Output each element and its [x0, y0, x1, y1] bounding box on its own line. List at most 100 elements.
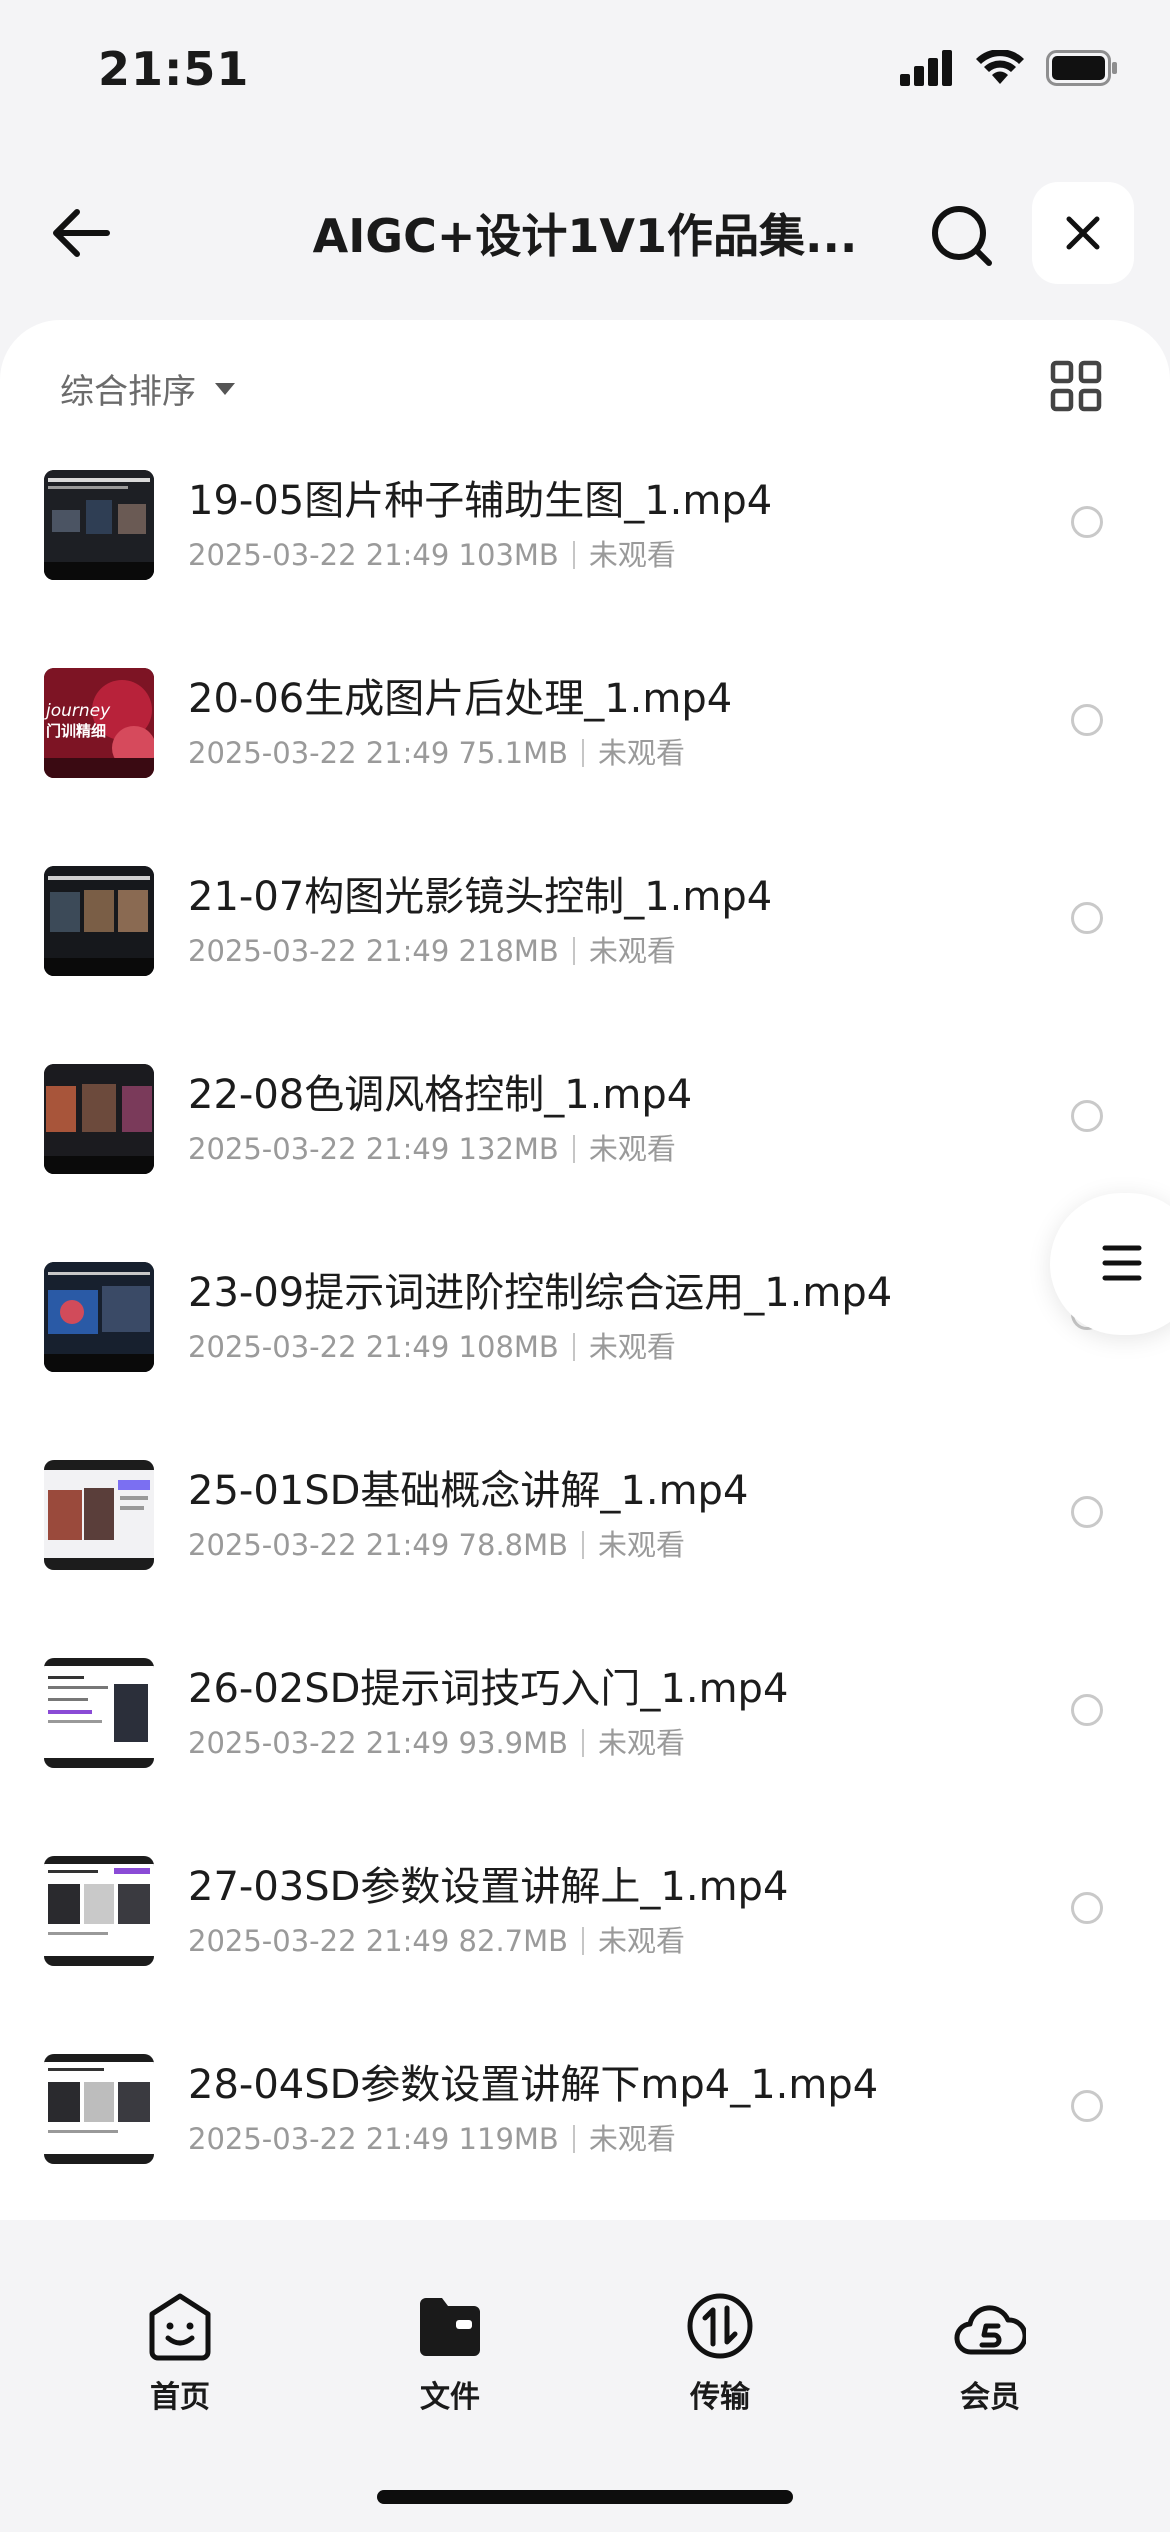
watch-status: 未观看 [588, 1132, 676, 1166]
file-list: 19-05图片种子辅助生图_1.mp4 2025-03-22 21:49 103… [0, 470, 1170, 2252]
transfer-icon [687, 2293, 753, 2359]
file-name: 19-05图片种子辅助生图_1.mp4 [188, 478, 773, 524]
file-row[interactable]: 22-08色调风格控制_1.mp4 2025-03-22 21:49 132MB… [0, 1064, 1170, 1262]
tab-home[interactable]: 首页 [100, 2290, 260, 2416]
watch-status: 未观看 [598, 736, 686, 770]
watch-status: 未观看 [588, 934, 676, 968]
file-row[interactable]: 25-01SD基础概念讲解_1.mp4 2025-03-22 21:49 78.… [0, 1460, 1170, 1658]
file-date: 2025-03-22 21:49 [188, 1528, 450, 1562]
signal-icon [900, 50, 952, 86]
wifi-icon [976, 50, 1024, 84]
home-smile-icon [149, 2293, 211, 2361]
file-meta: 2025-03-22 21:49 218MB 未观看 [188, 928, 676, 970]
file-size: 82.7MB [458, 1924, 569, 1958]
select-radio[interactable] [1071, 1892, 1103, 1924]
search-icon [932, 206, 992, 266]
file-size: 103MB [458, 538, 559, 572]
select-radio[interactable] [1071, 506, 1103, 538]
file-meta: 2025-03-22 21:49 82.7MB 未观看 [188, 1918, 685, 1960]
watch-status: 未观看 [588, 1330, 676, 1364]
file-list-panel: 综合排序 19-05图片种子辅助生图_1.mp4 2025-03-22 21:4… [0, 320, 1170, 2220]
select-radio[interactable] [1071, 1100, 1103, 1132]
video-thumbnail [44, 1262, 154, 1372]
file-meta: 2025-03-22 21:49 119MB 未观看 [188, 2116, 676, 2158]
tab-label: 会员 [960, 2380, 1020, 2415]
file-size: 132MB [458, 1132, 559, 1166]
file-row[interactable]: journey 门训精细 20-06生成图片后处理_1.mp4 2025-03-… [0, 668, 1170, 866]
watch-status: 未观看 [598, 1528, 686, 1562]
video-thumbnail [44, 1856, 154, 1966]
search-button[interactable] [922, 196, 1002, 276]
file-date: 2025-03-22 21:49 [188, 736, 450, 770]
tab-vip[interactable]: 会员 [910, 2290, 1070, 2416]
thumb-text: 门训精细 [46, 722, 106, 740]
select-radio[interactable] [1071, 2090, 1103, 2122]
sort-dropdown[interactable]: 综合排序 [60, 364, 236, 413]
close-button[interactable] [1032, 182, 1134, 284]
home-indicator [377, 2490, 793, 2504]
file-meta: 2025-03-22 21:49 78.8MB 未观看 [188, 1522, 685, 1564]
status-time: 21:51 [98, 42, 250, 96]
video-thumbnail [44, 1064, 154, 1174]
file-meta: 2025-03-22 21:49 75.1MB 未观看 [188, 730, 685, 772]
file-date: 2025-03-22 21:49 [188, 1132, 450, 1166]
file-meta: 2025-03-22 21:49 132MB 未观看 [188, 1126, 676, 1168]
tab-label: 首页 [150, 2380, 210, 2415]
file-name: 25-01SD基础概念讲解_1.mp4 [188, 1468, 749, 1514]
sort-label: 综合排序 [60, 372, 196, 412]
thumb-text: journey [44, 701, 111, 721]
file-row[interactable]: 19-05图片种子辅助生图_1.mp4 2025-03-22 21:49 103… [0, 470, 1170, 668]
file-date: 2025-03-22 21:49 [188, 2122, 450, 2156]
tab-label: 传输 [690, 2380, 750, 2415]
file-size: 119MB [458, 2122, 559, 2156]
folder-icon [420, 2298, 480, 2356]
caret-down-icon [215, 382, 235, 395]
status-icons [900, 50, 1118, 86]
file-row[interactable]: 23-09提示词进阶控制综合运用_1.mp4 2025-03-22 21:49 … [0, 1262, 1170, 1460]
file-name: 28-04SD参数设置讲解下mp4_1.mp4 [188, 2062, 879, 2108]
menu-lines-icon [1102, 1245, 1142, 1281]
close-icon [1066, 216, 1100, 250]
status-bar: 21:51 [0, 0, 1170, 150]
file-meta: 2025-03-22 21:49 108MB 未观看 [188, 1324, 676, 1366]
video-thumbnail: journey 门训精细 [44, 668, 154, 778]
select-radio[interactable] [1071, 1496, 1103, 1528]
file-meta: 2025-03-22 21:49 93.9MB 未观看 [188, 1720, 685, 1762]
file-size: 75.1MB [458, 736, 569, 770]
vip-cloud-icon [954, 2305, 1028, 2355]
file-size: 218MB [458, 934, 559, 968]
video-thumbnail [44, 1460, 154, 1570]
file-name: 27-03SD参数设置讲解上_1.mp4 [188, 1864, 789, 1910]
video-thumbnail [44, 470, 154, 580]
back-arrow-icon [53, 209, 110, 257]
video-thumbnail [44, 1658, 154, 1768]
tab-transfer[interactable]: 传输 [640, 2290, 800, 2416]
file-row[interactable]: 26-02SD提示词技巧入门_1.mp4 2025-03-22 21:49 93… [0, 1658, 1170, 1856]
select-radio[interactable] [1071, 1694, 1103, 1726]
file-row[interactable]: 27-03SD参数设置讲解上_1.mp4 2025-03-22 21:49 82… [0, 1856, 1170, 2054]
file-date: 2025-03-22 21:49 [188, 1726, 450, 1760]
tab-label: 文件 [420, 2380, 480, 2415]
watch-status: 未观看 [588, 538, 676, 572]
watch-status: 未观看 [588, 2122, 676, 2156]
file-name: 21-07构图光影镜头控制_1.mp4 [188, 874, 773, 920]
select-radio[interactable] [1071, 902, 1103, 934]
watch-status: 未观看 [598, 1924, 686, 1958]
back-button[interactable] [46, 198, 116, 268]
file-date: 2025-03-22 21:49 [188, 1330, 450, 1364]
battery-icon [1046, 50, 1117, 86]
video-thumbnail [44, 2054, 154, 2164]
file-name: 23-09提示词进阶控制综合运用_1.mp4 [188, 1270, 893, 1316]
file-row[interactable]: 21-07构图光影镜头控制_1.mp4 2025-03-22 21:49 218… [0, 866, 1170, 1064]
file-size: 108MB [458, 1330, 559, 1364]
select-radio[interactable] [1071, 704, 1103, 736]
tab-files[interactable]: 文件 [370, 2290, 530, 2416]
video-thumbnail [44, 866, 154, 976]
file-date: 2025-03-22 21:49 [188, 538, 450, 572]
file-size: 93.9MB [458, 1726, 569, 1760]
file-meta: 2025-03-22 21:49 103MB 未观看 [188, 532, 676, 574]
file-name: 22-08色调风格控制_1.mp4 [188, 1072, 693, 1118]
file-date: 2025-03-22 21:49 [188, 934, 450, 968]
watch-status: 未观看 [598, 1726, 686, 1760]
grid-view-icon[interactable] [1050, 360, 1102, 412]
